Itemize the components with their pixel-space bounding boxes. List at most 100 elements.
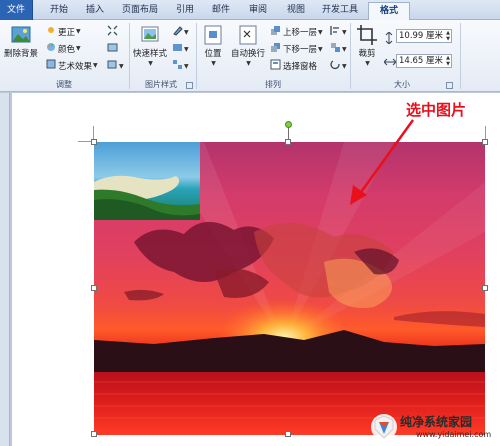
selected-picture[interactable] [94,142,485,435]
spinner-arrows-icon[interactable]: ▲ ▼ [446,30,450,42]
change-picture-button[interactable] [107,42,118,56]
tab-view[interactable]: 视图 [281,2,311,20]
width-input[interactable]: 14.65 厘米 ▲ ▼ [396,54,452,68]
height-input[interactable]: 10.99 厘米 ▲ ▼ [396,29,452,43]
picture-styles-launcher-icon[interactable] [186,82,193,89]
remove-background-button[interactable]: 删除背景 [2,24,40,59]
chevron-down-icon: ▼ [342,62,347,70]
picture-effects-icon [172,42,183,56]
chevron-down-icon: ▼ [119,62,124,70]
chevron-down-icon: ▼ [76,45,81,52]
rotate-button[interactable]: ▼ [330,59,347,73]
remove-background-label: 删除背景 [3,49,38,59]
group-objects-button[interactable]: ▼ [330,42,347,56]
color-button[interactable]: 颜色 ▼ [46,42,81,55]
picture-layout-icon [172,59,183,73]
chevron-down-icon: ▼ [184,45,189,53]
resize-handle-top[interactable] [285,139,291,145]
quick-styles-button[interactable]: 快速样式 ▼ [133,24,167,69]
artistic-effects-icon [46,59,56,72]
corrections-label: 更正 [58,27,76,38]
chevron-down-icon: ▼ [93,62,98,69]
position-button[interactable]: 位置 ▼ [200,24,226,69]
position-icon [204,25,222,45]
group-label-adjust: 调整 [56,80,72,89]
artistic-effects-label: 艺术效果 [58,61,93,72]
tab-review[interactable]: 审阅 [243,2,273,20]
resize-handle-bottom[interactable] [285,431,291,437]
rotation-handle[interactable] [285,121,292,128]
resize-handle-right[interactable] [482,285,488,291]
watermark-title: 纯净系统家园 [400,415,473,429]
color-label: 颜色 [58,44,76,55]
chevron-down-icon: ▼ [184,62,189,70]
quick-styles-label: 快速样式 [133,49,168,59]
sunset-picture [94,142,485,435]
sun-icon [46,25,56,38]
chevron-down-icon: ▼ [342,45,347,53]
tab-page-layout[interactable]: 页面布局 [118,2,162,20]
crop-label: 裁剪 [358,49,376,59]
size-launcher-icon[interactable] [446,82,453,89]
tab-file[interactable]: 文件 [0,0,33,20]
resize-handle-left[interactable] [91,285,97,291]
chevron-down-icon: ▼ [342,28,347,36]
change-picture-icon [107,42,118,56]
selection-pane-button[interactable]: 选择窗格 [270,59,317,73]
send-backward-button[interactable]: 下移一层 ▼ [270,42,323,56]
chevron-down-icon: ▼ [184,28,189,36]
compress-icon [107,25,118,39]
tab-format[interactable]: 格式 [368,2,410,20]
palette-icon [46,42,56,55]
vertical-ruler [0,93,10,446]
chevron-down-icon: ▼ [365,60,370,67]
wrap-text-label: 自动换行 [230,49,265,59]
reset-picture-icon [107,59,118,73]
width-value: 14.65 厘米 [399,56,444,66]
chevron-down-icon: ▼ [211,60,216,67]
chevron-down-icon: ▼ [318,45,323,53]
bring-forward-label: 上移一层 [283,28,318,38]
height-icon [384,31,394,47]
compress-pictures-button[interactable] [107,25,118,39]
crop-icon [357,25,377,45]
wrap-text-button[interactable]: 自动换行 ▼ [228,24,268,69]
chevron-down-icon: ▼ [318,28,323,36]
picture-border-button[interactable]: ▼ [172,25,189,39]
chevron-down-icon: ▼ [148,60,153,67]
watermark: 纯净系统家园 www.yidaimei.com [370,413,496,443]
group-label-picture-styles: 图片样式 [145,80,177,89]
group-objects-icon [330,42,341,56]
quick-styles-icon [141,26,159,42]
picture-effects-button[interactable]: ▼ [172,42,189,56]
border-pen-icon [172,25,183,39]
group-label-size: 大小 [394,80,410,89]
tab-references[interactable]: 引用 [170,2,200,20]
rotate-icon [330,59,341,73]
send-backward-icon [270,42,281,56]
artistic-effects-button[interactable]: 艺术效果 ▼ [46,59,98,72]
group-label-arrange: 排列 [265,80,281,89]
resize-handle-top-right[interactable] [482,139,488,145]
selection-pane-icon [270,59,281,73]
watermark-url: www.yidaimei.com [416,430,492,439]
corrections-button[interactable]: 更正 ▼ [46,25,81,38]
watermark-logo-icon [371,414,397,440]
tab-mailings[interactable]: 邮件 [206,2,236,20]
spinner-arrows-icon[interactable]: ▲ ▼ [446,55,450,67]
chevron-down-icon: ▼ [76,28,81,35]
tab-home[interactable]: 开始 [44,2,74,20]
reset-picture-button[interactable]: ▼ [107,59,124,73]
align-button[interactable]: ▼ [330,25,347,39]
resize-handle-bottom-left[interactable] [91,431,97,437]
tab-developer[interactable]: 开发工具 [318,2,362,20]
ribbon-format: 删除背景 更正 ▼ 颜色 ▼ 艺术效果 ▼ ▼ 调整 快速样式 ▼ ▼ ▼ ▼ … [0,20,500,92]
width-icon [383,57,397,70]
remove-background-icon [11,26,31,43]
tab-insert[interactable]: 插入 [80,2,110,20]
bring-forward-button[interactable]: 上移一层 ▼ [270,25,323,39]
picture-layout-button[interactable]: ▼ [172,59,189,73]
height-value: 10.99 厘米 [399,31,444,41]
resize-handle-top-left[interactable] [91,139,97,145]
crop-button[interactable]: 裁剪 ▼ [354,24,380,69]
